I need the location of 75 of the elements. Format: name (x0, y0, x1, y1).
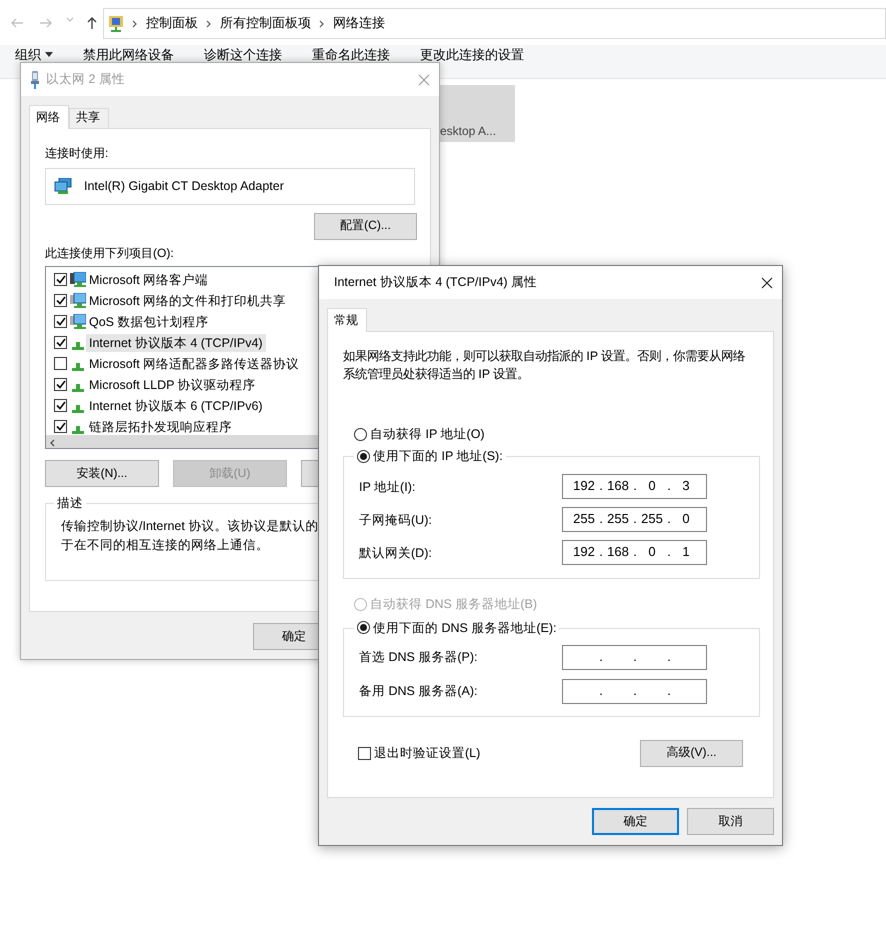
checkbox[interactable] (54, 357, 67, 370)
network-protocol-icon (72, 384, 84, 392)
advanced-button[interactable]: 高级(V)... (640, 740, 743, 766)
breadcrumb-item[interactable]: 控制面板 (146, 15, 198, 32)
list-item[interactable]: Microsoft 网络的文件和打印机共享 (86, 292, 290, 310)
address-bar[interactable]: 控制面板 所有控制面板项 网络连接 (103, 8, 886, 39)
field-label: 备用 DNS 服务器(A): (359, 682, 478, 700)
section-label: 此连接使用下列项目(O): (45, 246, 175, 262)
radio-label[interactable]: 使用下面的 IP 地址(S): (373, 448, 503, 464)
field-label: IP 地址(I): (359, 478, 416, 495)
list-item[interactable]: Internet 协议版本 4 (TCP/IPv4) (86, 334, 266, 352)
chevron-icon (206, 20, 212, 28)
field-label: 子网掩码(U): (359, 512, 433, 528)
radio-label[interactable]: 自动获得 IP 地址(O) (370, 426, 485, 442)
caret-icon (45, 52, 53, 57)
section-label: 连接时使用: (45, 146, 110, 162)
scroll-left-icon[interactable] (49, 438, 55, 447)
control-panel-icon (108, 14, 124, 32)
breadcrumb-item[interactable]: 所有控制面板项 (220, 15, 311, 32)
checkbox[interactable] (54, 336, 67, 350)
network-protocol-icon (72, 363, 84, 372)
close-icon[interactable] (761, 276, 773, 288)
window-title: Internet 协议版本 4 (TCP/IPv4) 属性 (334, 274, 538, 291)
action-button[interactable]: 安装(N)... (45, 460, 159, 488)
window-title: 以太网 2 属性 (46, 71, 125, 88)
adapter-field: Intel(R) Gigabit CT Desktop Adapter (45, 168, 415, 205)
group-title: 描述 (54, 495, 86, 512)
ethernet-plug-icon (30, 70, 40, 88)
tab[interactable]: 常规 (327, 308, 367, 332)
intro-text: 如果网络支持此功能，则可以获取自动指派的 IP 设置。否则，你需要从网络系统管理员处获得适当的 IP 设置。 (343, 348, 746, 383)
checkbox[interactable] (358, 746, 371, 760)
network-protocol-icon (72, 405, 84, 414)
breadcrumb-item[interactable]: 网络连接 (333, 15, 385, 32)
network-protocol-icon (72, 342, 84, 350)
toolbar-button[interactable]: 组织 (15, 47, 53, 62)
tab[interactable]: 网络 (29, 105, 69, 129)
ip-address-field[interactable]: . . . (562, 644, 707, 670)
list-item[interactable]: QoS 数据包计划程序 (86, 312, 212, 331)
field-label: 首选 DNS 服务器(P): (359, 648, 478, 666)
toolbar-button[interactable]: 重命名此连接 (312, 47, 390, 62)
chevron-icon (132, 20, 138, 28)
checkbox[interactable] (54, 273, 67, 286)
list-item[interactable]: 链路层拓扑发现响应程序 (86, 418, 235, 436)
ip-address-field[interactable]: 192 . 168 . 0 . 1 (562, 540, 707, 566)
radio-button[interactable] (357, 621, 370, 634)
checkbox[interactable] (54, 378, 67, 392)
list-item[interactable]: Microsoft 网络适配器多路传送器协议 (86, 354, 302, 373)
network-service-icon (70, 292, 86, 309)
checkbox[interactable] (54, 420, 67, 434)
description-text: 传输控制协议/Internet 协议。该协议是默认的 于在不同的相互连接的网络上通信。 (61, 518, 318, 554)
list-item[interactable]: Microsoft LLDP 协议驱动程序 (86, 376, 259, 394)
list-item[interactable]: Internet 协议版本 6 (TCP/IPv6) (86, 396, 266, 415)
toolbar-button[interactable]: 更改此连接的设置 (420, 47, 524, 62)
network-service-icon (70, 314, 86, 330)
radio-button[interactable] (357, 450, 370, 463)
ip-address-field[interactable]: . . . (562, 678, 707, 704)
network-client-icon (70, 272, 86, 288)
checkbox[interactable] (54, 315, 67, 328)
network-adapter-icon (54, 178, 72, 194)
checkbox[interactable] (54, 294, 67, 308)
ip-address-field[interactable]: 255 . 255 . 255 . 0 (562, 507, 707, 532)
field-label: 默认网关(D): (359, 544, 433, 561)
dialog-button[interactable]: 取消 (687, 808, 774, 835)
radio-button[interactable] (354, 428, 367, 441)
toolbar-button[interactable]: 诊断这个连接 (204, 47, 282, 62)
ip-address-field[interactable]: 192 . 168 . 0 . 3 (562, 474, 707, 500)
dialog-button[interactable]: 确定 (592, 808, 679, 835)
list-item[interactable]: Microsoft 网络客户端 (86, 270, 212, 289)
toolbar-button[interactable]: 禁用此网络设备 (83, 47, 174, 62)
configure-button[interactable]: 配置(C)... (314, 212, 417, 240)
chevron-icon (319, 20, 325, 28)
checkbox-label[interactable]: 退出时验证设置(L) (374, 744, 480, 762)
network-protocol-icon (72, 426, 84, 434)
tab[interactable]: 共享 (69, 108, 109, 128)
checkbox[interactable] (54, 399, 67, 412)
